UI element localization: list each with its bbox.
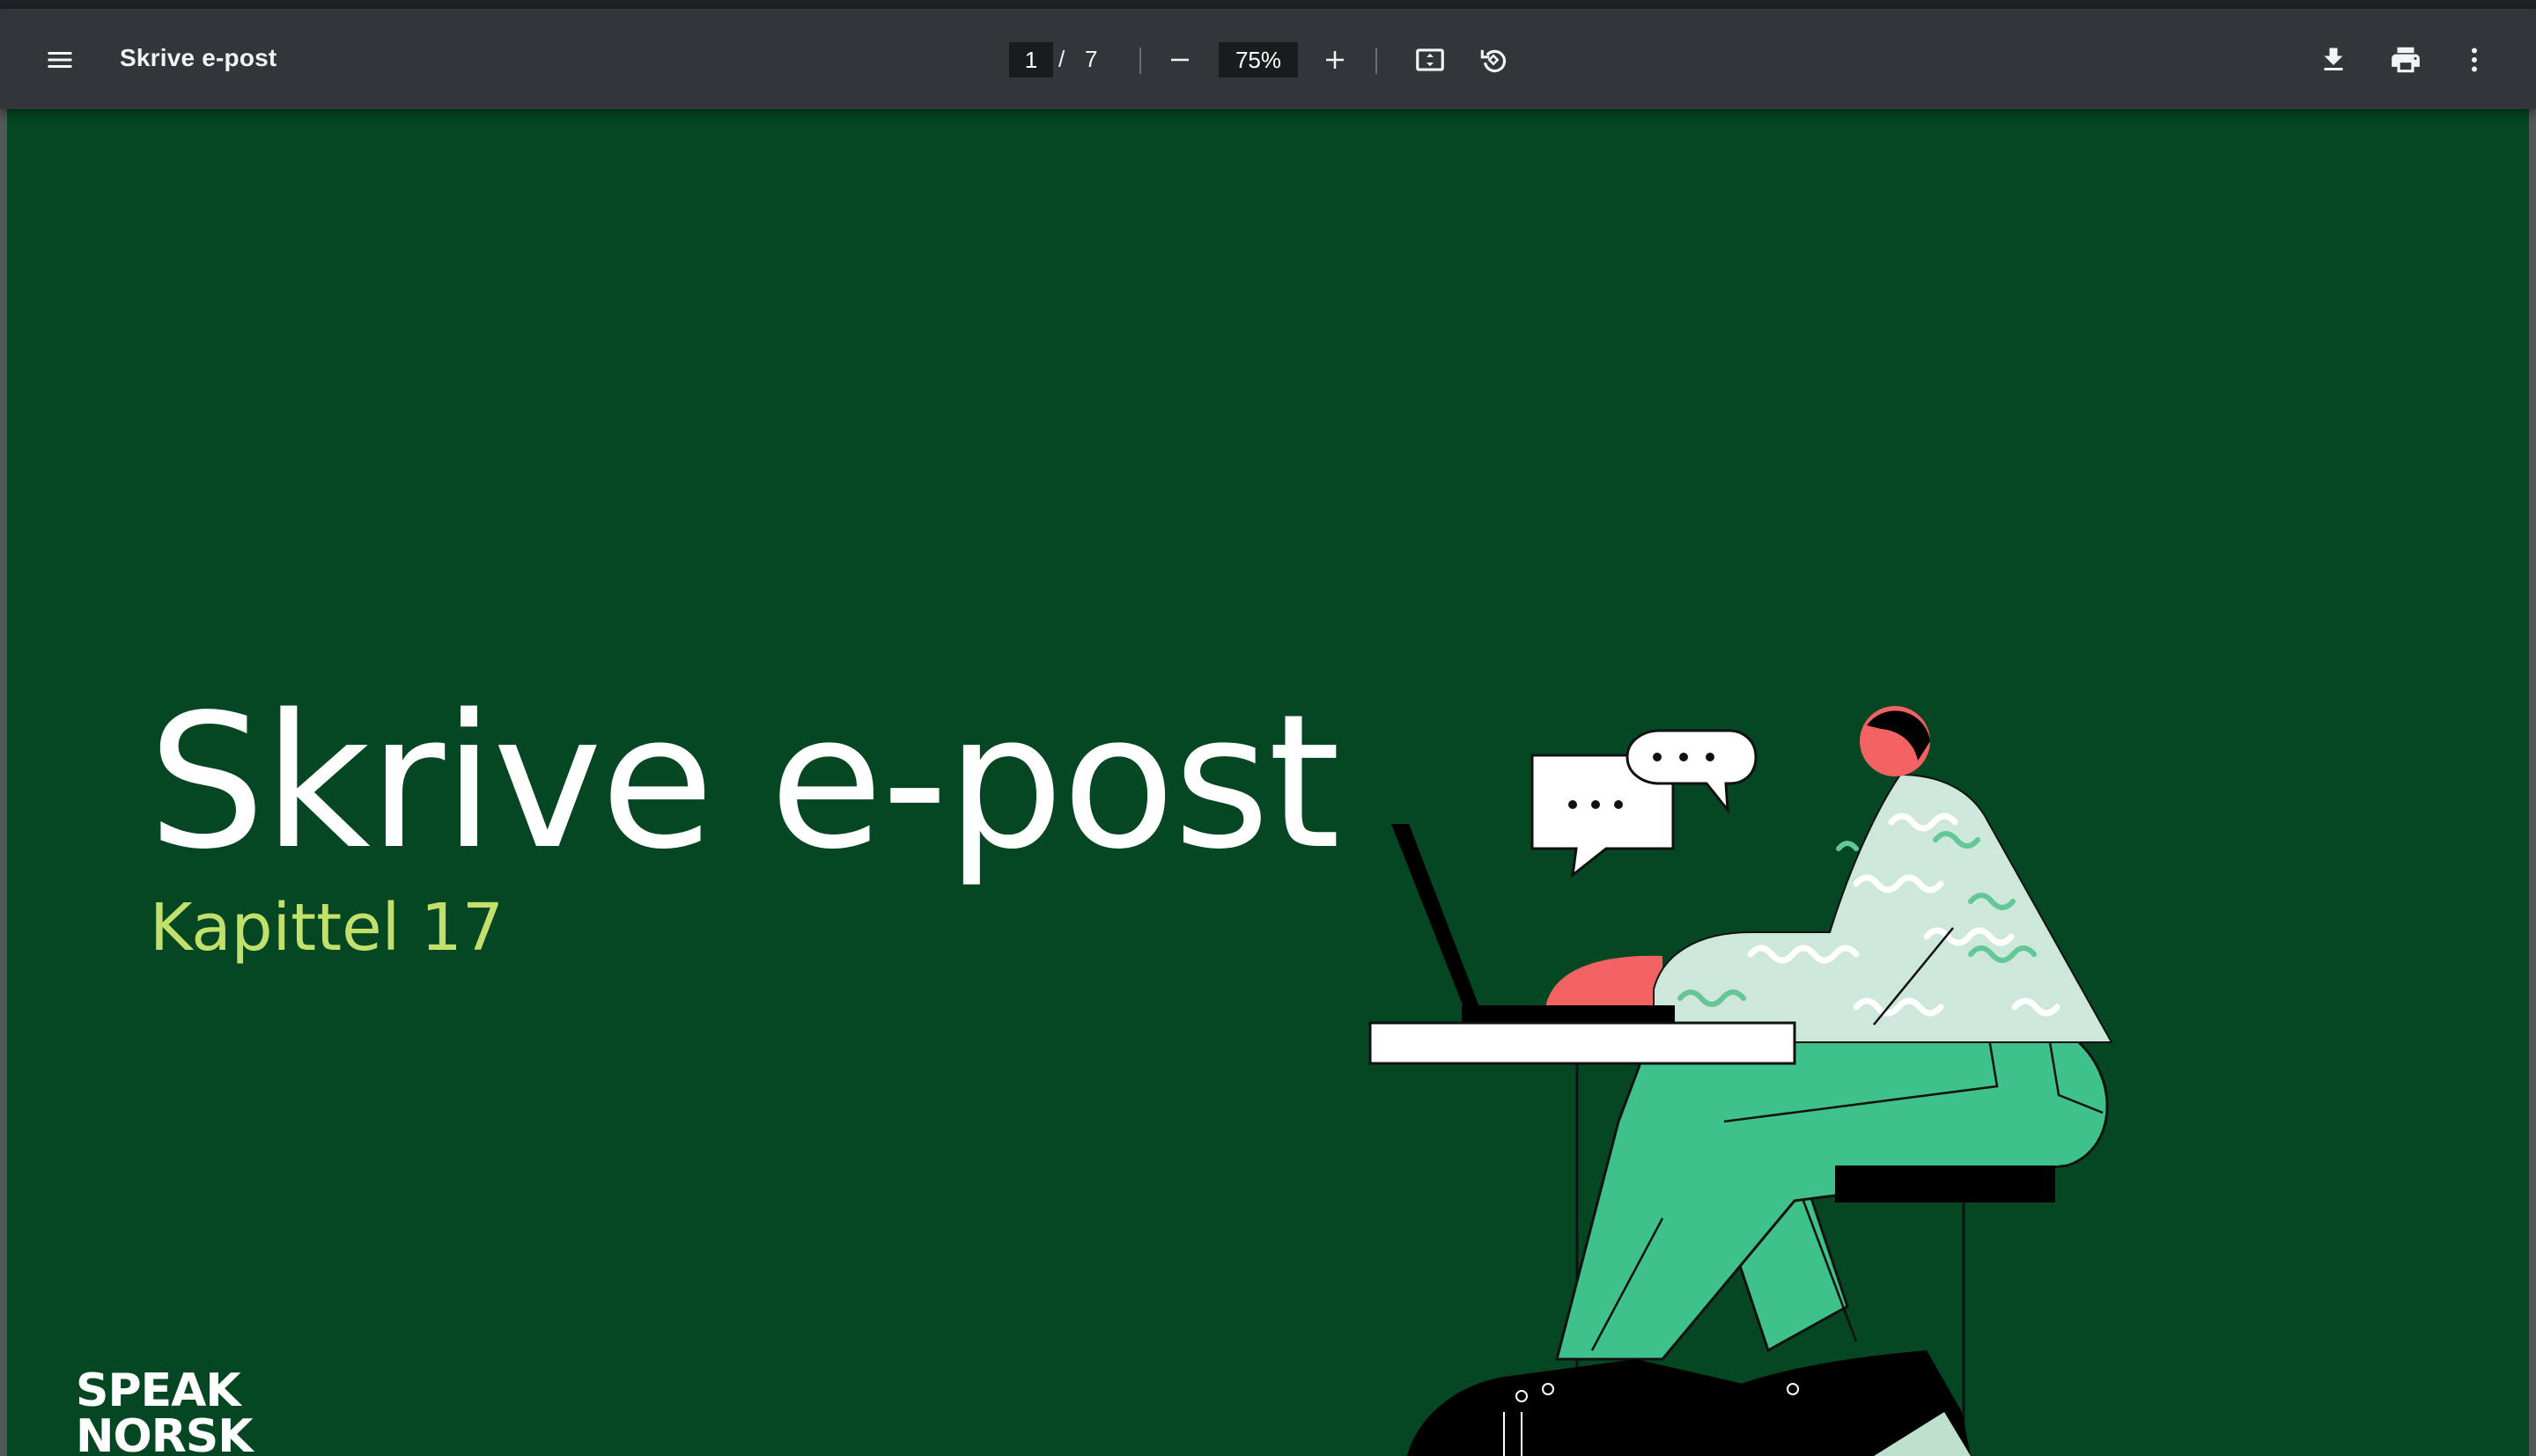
pdf-page: Skrive e-post Kapittel 17 SPEAK NORSK [7,109,2529,1456]
print-icon [2392,47,2420,73]
zoom-input[interactable]: 75% [1219,42,1298,77]
menu-icon [48,52,72,68]
download-button[interactable] [2305,32,2362,88]
page-separator: / [1058,46,1065,72]
menu-button[interactable] [32,32,88,88]
minus-icon [1171,58,1189,62]
plus-icon [1326,51,1344,69]
document-title: Skrive e-post [120,44,277,71]
window-top-edge [0,0,2536,9]
toolbar-divider [1139,48,1141,74]
fit-to-page-button[interactable] [1402,32,1458,88]
page-total: 7 [1085,46,1098,72]
fit-to-page-icon [1416,48,1444,71]
more-actions-button[interactable] [2446,32,2503,88]
rotate-button[interactable] [1465,32,1522,88]
print-button[interactable] [2378,32,2434,88]
person-at-laptop-illustration [1368,706,2113,1456]
rotate-icon [1480,49,1507,73]
zoom-in-button[interactable] [1307,32,1363,88]
download-icon [2324,48,2343,70]
zoom-out-button[interactable] [1152,32,1208,88]
more-vert-icon [2472,48,2477,72]
page-number-input[interactable]: 1 [1009,42,1053,77]
toolbar-divider [1375,48,1377,74]
pdf-toolbar: Skrive e-post 1 / 7 75% [0,9,2536,109]
